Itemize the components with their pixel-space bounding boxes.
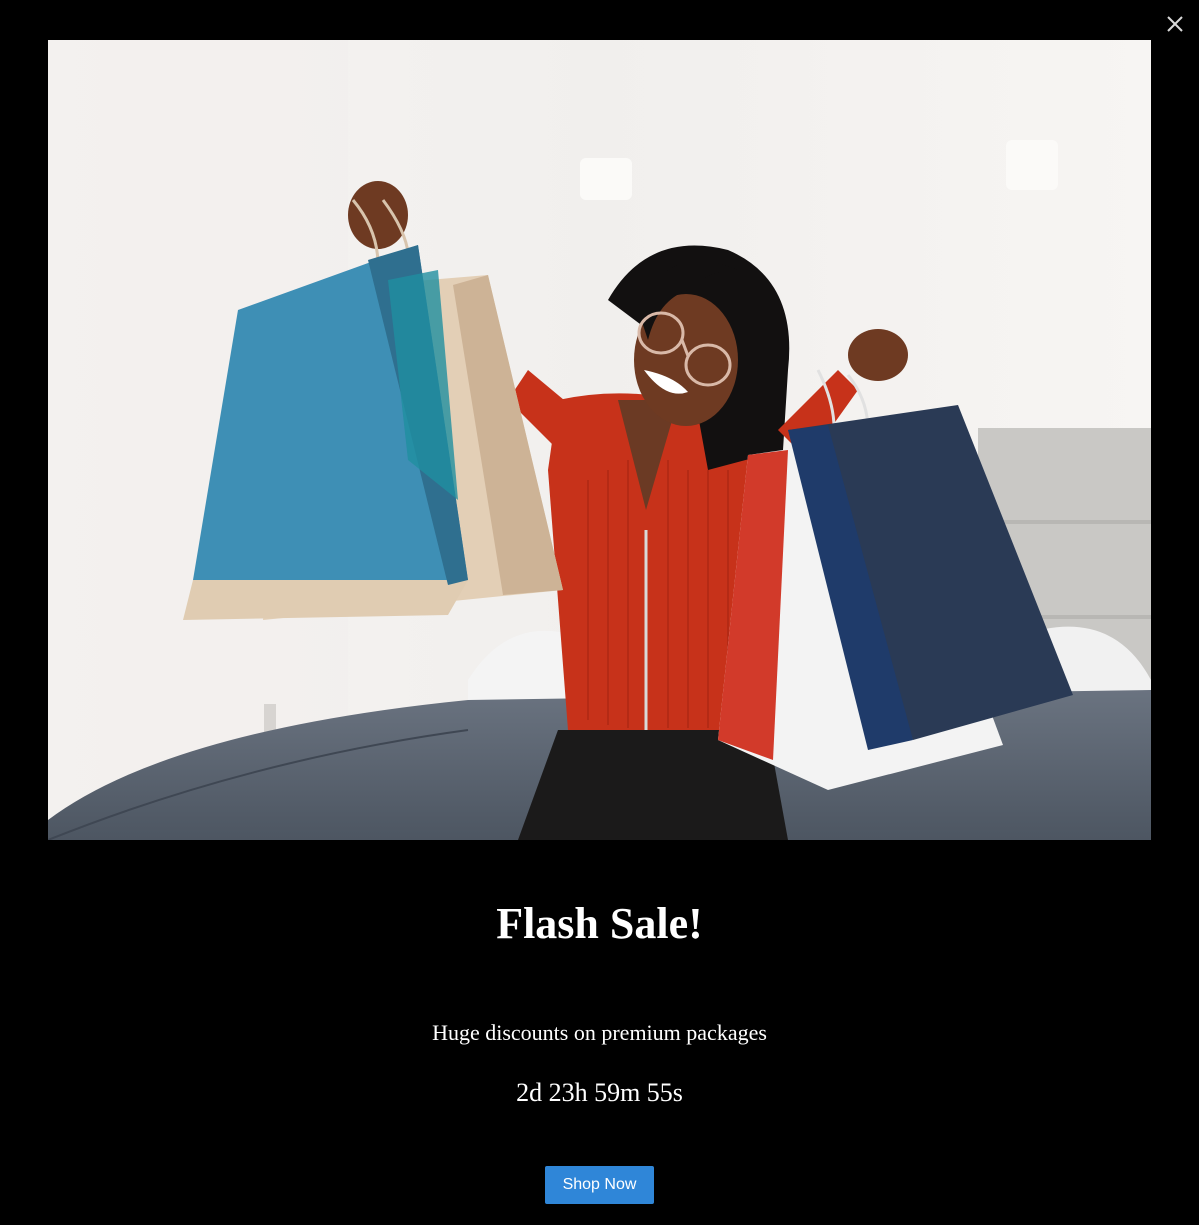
close-icon <box>1167 16 1183 32</box>
countdown-timer: 2d 23h 59m 55s <box>516 1078 683 1107</box>
flash-sale-popup: Flash Sale! Huge discounts on premium pa… <box>0 0 1199 1225</box>
popup-title: Flash Sale! <box>496 899 703 948</box>
close-button[interactable] <box>1163 12 1187 36</box>
popup-subtitle: Huge discounts on premium packages <box>432 1020 767 1045</box>
shop-now-button[interactable]: Shop Now <box>545 1166 654 1204</box>
hero-image <box>48 40 1151 840</box>
